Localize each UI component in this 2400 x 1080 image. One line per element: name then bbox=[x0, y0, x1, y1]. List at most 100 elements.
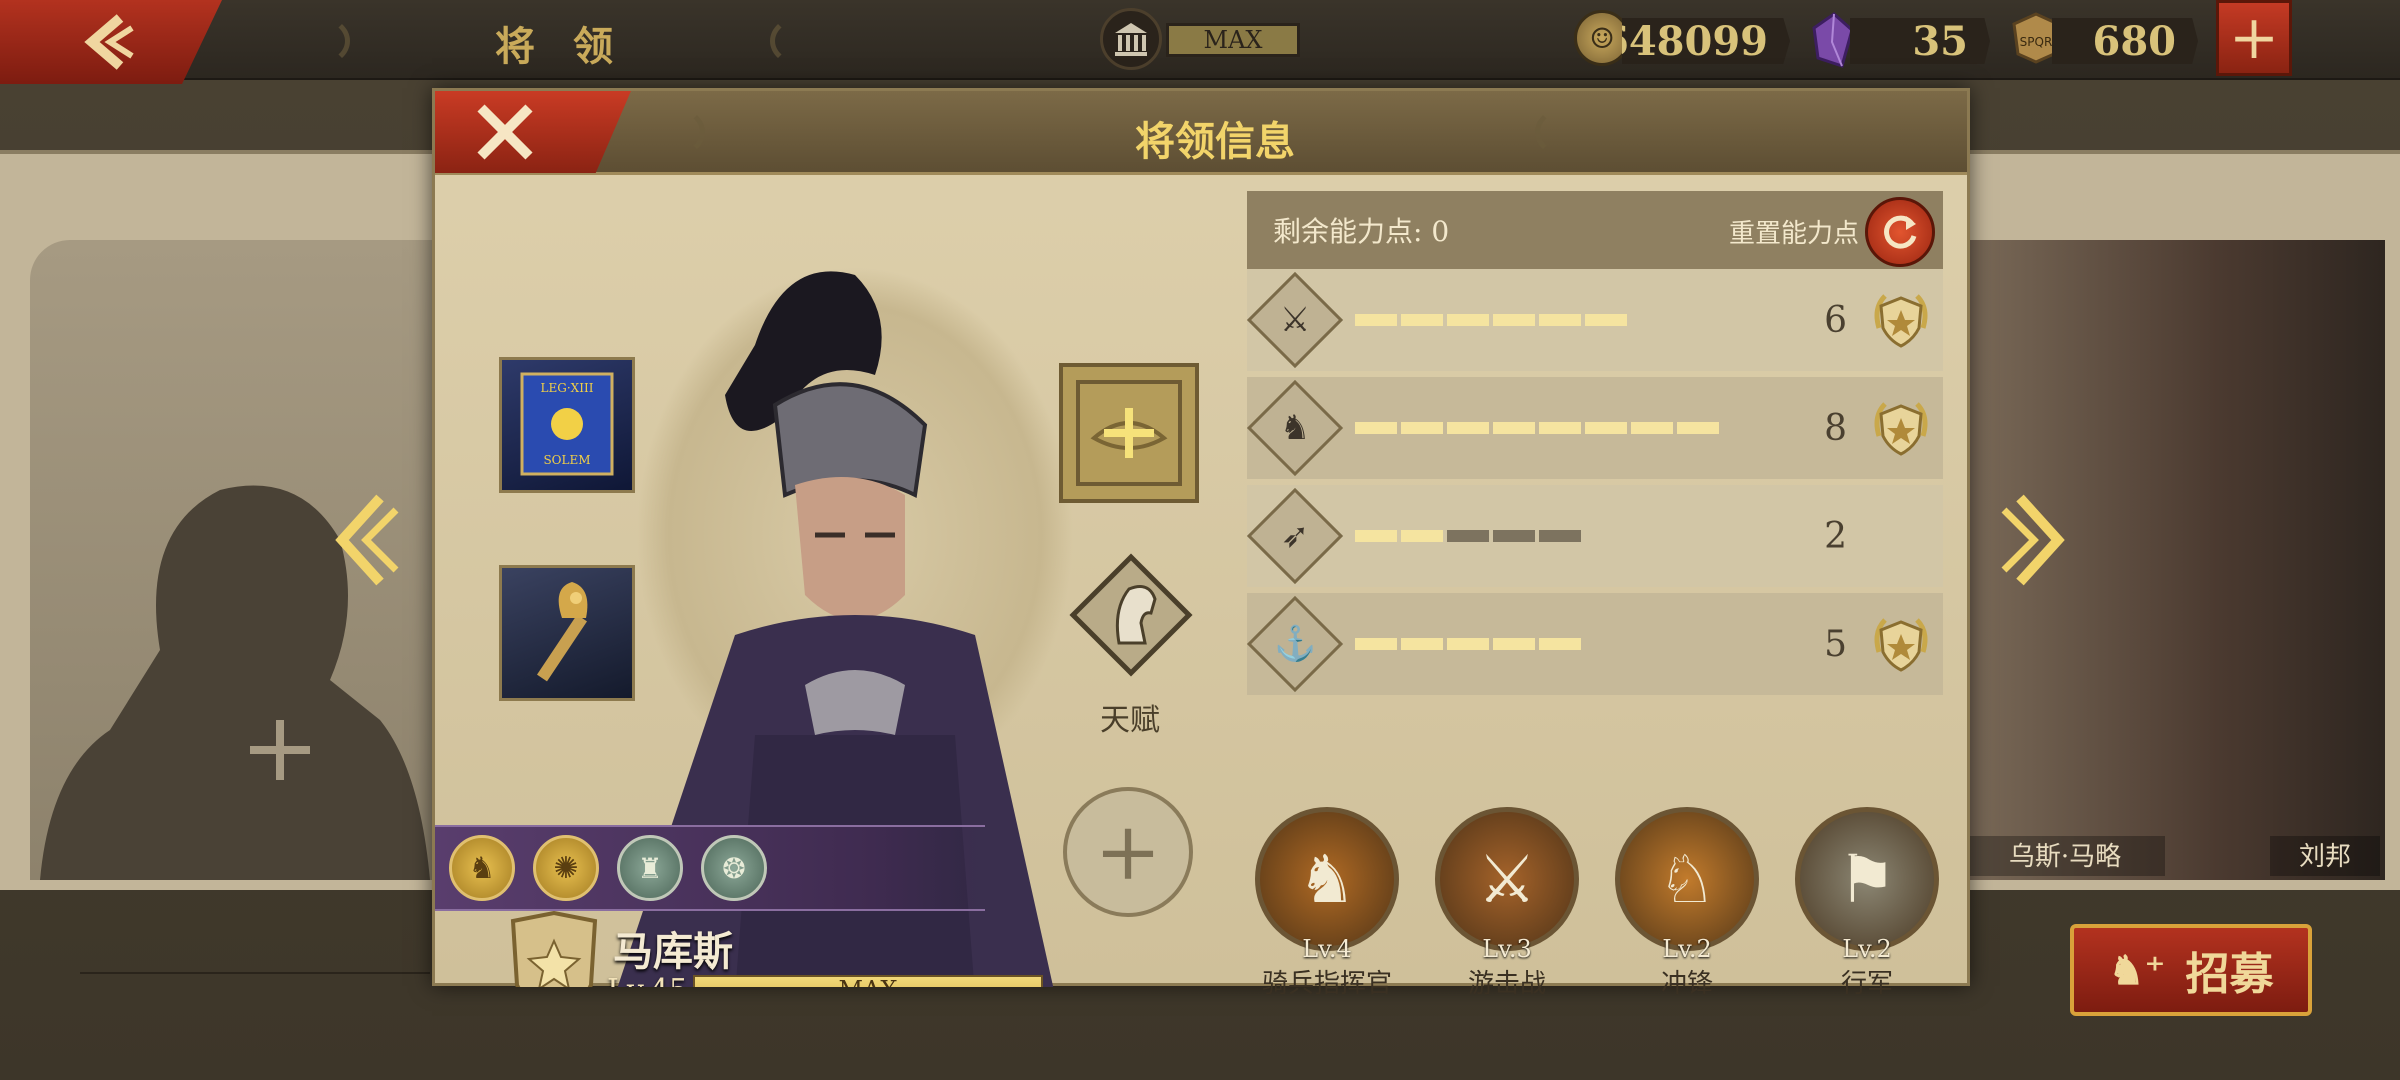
legion-banner-icon: LEG·XIII SOLEM bbox=[520, 372, 614, 476]
gem-count: 35 bbox=[1850, 18, 1990, 64]
level-badge[interactable]: MAX bbox=[1100, 8, 1300, 70]
recruit-label: 招募 bbox=[2185, 949, 2274, 1000]
laurel-left-icon bbox=[645, 107, 705, 157]
coin-icon: ☺ bbox=[1574, 10, 1630, 66]
stat-row[interactable]: ⚓ 5 bbox=[1246, 593, 1943, 695]
stat-progress bbox=[1355, 638, 1775, 650]
plus-icon: + bbox=[2228, 3, 2280, 73]
eye-of-horus-plus-icon bbox=[1076, 380, 1182, 486]
skill-name: 行军 bbox=[1840, 969, 1893, 999]
stat-pip bbox=[1355, 314, 1397, 326]
stat-pip bbox=[1355, 422, 1397, 434]
stat-pip bbox=[1401, 314, 1443, 326]
stat-progress bbox=[1355, 422, 1775, 434]
level-bar: MAX bbox=[1166, 23, 1300, 57]
laurel-left-icon bbox=[290, 16, 350, 66]
next-hero-arrow[interactable] bbox=[2000, 490, 2070, 590]
reset-label: 重置能力点 bbox=[1728, 219, 1859, 249]
recruit-button[interactable]: ♞⁺ 招募 bbox=[2070, 924, 2312, 1016]
skill-name: 游击战 bbox=[1467, 969, 1546, 999]
back-arrow-icon bbox=[84, 14, 134, 70]
stat-pip bbox=[1355, 638, 1397, 650]
equipment-banner-slot[interactable]: LEG·XIII SOLEM bbox=[499, 357, 635, 493]
helmet-plus-icon: ♞⁺ bbox=[2108, 946, 2166, 994]
stat-row[interactable]: ➶ 2 bbox=[1246, 485, 1943, 587]
laurel-right-icon bbox=[770, 16, 830, 66]
stats-panel: 剩余能力点: 0 重置能力点 ⚔ 6 ♞ 8 ➶ 2 ⚓ 5 bbox=[1246, 191, 1943, 781]
trait-shield-horse-icon[interactable]: ♞ bbox=[449, 835, 515, 901]
portrait-area: LEG·XIII SOLEM 天赋 + ♞ ✺ ♜ ❂ 马库斯 Lv.45 MAX bbox=[435, 175, 1235, 987]
stat-pip bbox=[1585, 314, 1627, 326]
sword-icon: ⚔ bbox=[1246, 271, 1344, 369]
skill-item[interactable]: ⚑ Lv.2 行军 bbox=[1787, 807, 1947, 1007]
add-skill-button[interactable]: + bbox=[1063, 787, 1193, 917]
hero-info-dialog: 将领信息 LEG·XIII SOLEM 天赋 + ♞ ✺ ♜ ❂ 马库斯 剩余能… bbox=[432, 88, 1970, 999]
empty-hero-slot[interactable] bbox=[40, 390, 440, 880]
stat-progress bbox=[1355, 314, 1775, 326]
next-hero-name: 乌斯·马略 bbox=[1965, 836, 2165, 876]
prev-hero-arrow[interactable] bbox=[330, 490, 400, 590]
skill-level: Lv.2 bbox=[1842, 935, 1892, 963]
dialog-title: 将领信息 bbox=[1135, 118, 1295, 165]
rank-medal-icon bbox=[1869, 612, 1933, 676]
skill-level: Lv.2 bbox=[1662, 935, 1712, 963]
stat-pip bbox=[1539, 638, 1581, 650]
rank-medal-icon bbox=[1869, 504, 1933, 568]
skill-medal-icon: ⚔ bbox=[1435, 807, 1579, 951]
skill-medal-icon: ⚑ bbox=[1795, 807, 1939, 951]
anchor-icon: ⚓ bbox=[1246, 595, 1344, 693]
trait-heraldry-icon[interactable]: ✺ bbox=[533, 835, 599, 901]
trait-wreath-icon[interactable]: ❂ bbox=[701, 835, 767, 901]
talent-label: 天赋 bbox=[1100, 703, 1160, 738]
spqr-count: 680 bbox=[2052, 18, 2198, 64]
temple-icon bbox=[1100, 8, 1162, 70]
stat-value: 5 bbox=[1824, 623, 1847, 665]
talent-slot[interactable] bbox=[1059, 363, 1199, 503]
stat-row[interactable]: ♞ 8 bbox=[1246, 377, 1943, 479]
stat-pip bbox=[1493, 422, 1535, 434]
rank-medal-icon bbox=[1869, 288, 1933, 352]
stat-pip bbox=[1493, 314, 1535, 326]
skill-name: 冲锋 bbox=[1660, 969, 1713, 999]
skill-name: 骑兵指挥官 bbox=[1261, 969, 1392, 999]
skill-item[interactable]: ♞ Lv.4 骑兵指挥官 bbox=[1247, 807, 1407, 1007]
horse-head-icon bbox=[1069, 553, 1193, 677]
next-hero-name-2: 刘邦 bbox=[2270, 836, 2380, 876]
talent-horse-diamond[interactable] bbox=[1069, 553, 1193, 677]
stat-pip bbox=[1401, 422, 1443, 434]
bow-icon: ➶ bbox=[1246, 487, 1344, 585]
chevron-right-icon bbox=[2001, 494, 2065, 586]
svg-text:SPQR: SPQR bbox=[2020, 35, 2053, 49]
skill-item[interactable]: ♘ Lv.2 冲锋 bbox=[1607, 807, 1767, 1007]
stat-pip bbox=[1539, 314, 1581, 326]
stat-progress bbox=[1355, 530, 1775, 542]
stat-pip bbox=[1539, 530, 1581, 542]
svg-text:LEG·XIII: LEG·XIII bbox=[541, 381, 594, 395]
divider bbox=[80, 972, 430, 974]
stat-pip bbox=[1447, 422, 1489, 434]
stat-pip bbox=[1493, 638, 1535, 650]
skill-item[interactable]: ⚔ Lv.3 游击战 bbox=[1427, 807, 1587, 1007]
reset-points-button[interactable] bbox=[1865, 197, 1935, 267]
rank-shield-icon bbox=[507, 910, 601, 987]
stat-pip bbox=[1401, 530, 1443, 542]
hero-name: 马库斯 bbox=[613, 928, 733, 975]
stat-pip bbox=[1447, 638, 1489, 650]
skill-level: Lv.3 bbox=[1482, 935, 1532, 963]
skill-level: Lv.4 bbox=[1302, 935, 1352, 963]
refresh-icon bbox=[1884, 215, 1917, 249]
trait-bar: ♞ ✺ ♜ ❂ bbox=[435, 825, 985, 911]
stat-pip bbox=[1355, 530, 1397, 542]
rank-medal-icon bbox=[1869, 396, 1933, 460]
hero-xp-bar: MAX bbox=[693, 975, 1043, 987]
close-icon bbox=[477, 104, 533, 160]
remaining-points: 剩余能力点: 0 bbox=[1273, 215, 1450, 248]
plus-icon: + bbox=[1094, 805, 1162, 898]
add-resource-button[interactable]: + bbox=[2216, 0, 2292, 76]
equipment-standard-slot[interactable] bbox=[499, 565, 635, 701]
stat-value: 2 bbox=[1824, 515, 1847, 557]
trait-fortress-icon[interactable]: ♜ bbox=[617, 835, 683, 901]
stat-row[interactable]: ⚔ 6 bbox=[1246, 269, 1943, 371]
coin-count: 648099 bbox=[1622, 18, 1790, 64]
stat-pip bbox=[1631, 422, 1673, 434]
